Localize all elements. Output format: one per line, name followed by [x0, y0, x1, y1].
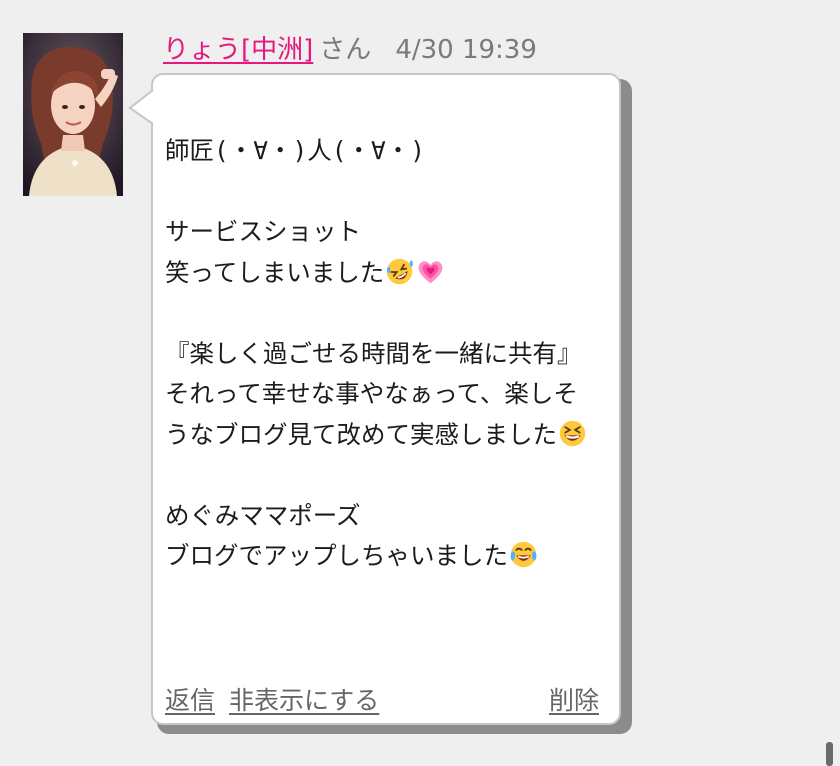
message-line: サービスショット: [165, 217, 361, 246]
avatar-photo: [23, 33, 123, 196]
grinning-squinting-emoji: [559, 420, 586, 446]
message-line: 笑ってしまいました: [165, 257, 385, 287]
scrollbar-thumb[interactable]: [826, 742, 833, 766]
message-bubble: 師匠(・∀・)人(・∀・) サービスショット 笑ってしまいました 『楽しく過ごせ…: [151, 73, 621, 725]
message-line: 師匠(・∀・)人(・∀・): [165, 136, 426, 165]
message-line: めぐみママポーズ: [165, 500, 361, 530]
tears-of-joy-emoji: [510, 541, 537, 568]
message-line: それって幸せな事やなぁって、楽しそうなブログ見て改めて実感しました: [165, 379, 578, 449]
delete-link[interactable]: 削除: [549, 683, 599, 719]
author-honorific: さん: [319, 35, 372, 65]
growing-heart-emoji: [418, 260, 443, 283]
message-line: ブログでアップしちゃいました: [165, 541, 508, 570]
post-timestamp: 4/30 19:39: [395, 35, 537, 65]
author-link[interactable]: りょう[中洲]: [163, 30, 313, 70]
rolling-on-floor-laughing-emoji: [387, 258, 414, 284]
post-actions: 返信 非表示にする 削除: [165, 683, 599, 719]
message-line: 『楽しく過ごせる時間を一緒に共有』: [165, 338, 582, 368]
message-body: 師匠(・∀・)人(・∀・) サービスショット 笑ってしまいました 『楽しく過ごせ…: [165, 131, 597, 577]
bubble-tail: [128, 89, 154, 125]
post-header: りょう[中洲] さん 4/30 19:39: [163, 30, 537, 70]
reply-link[interactable]: 返信: [165, 683, 215, 719]
hide-link[interactable]: 非表示にする: [229, 683, 379, 719]
avatar[interactable]: [23, 33, 123, 196]
